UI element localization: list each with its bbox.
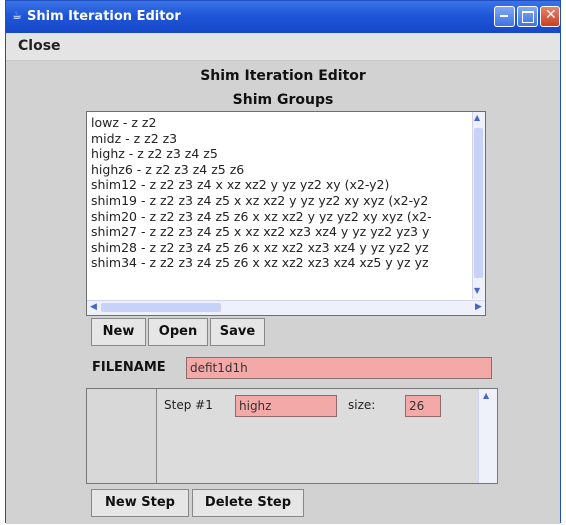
close-icon: ✕	[545, 7, 557, 23]
new-button[interactable]: New	[91, 318, 146, 346]
maximize-button[interactable]	[517, 6, 538, 27]
list-item[interactable]: shim34 - z z2 z3 z4 z5 z6 x xz xz2 xz3 x…	[91, 255, 476, 271]
list-horizontal-scrollbar[interactable]: ◀ ▶	[87, 300, 485, 315]
shim-groups-list[interactable]: lowz - z z2 midz - z z2 z3 highz - z z2 …	[86, 111, 486, 316]
editor-panel: Shim Iteration Editor Shim Groups lowz -…	[6, 61, 560, 524]
scroll-right-arrow-icon[interactable]: ▶	[475, 302, 482, 312]
menu-close[interactable]: Close	[18, 38, 61, 54]
scroll-left-arrow-icon[interactable]: ◀	[90, 302, 97, 312]
list-item[interactable]: shim19 - z z2 z3 z4 z5 x xz xz2 y yz yz2…	[91, 193, 476, 209]
java-cup-icon: ☕	[12, 9, 22, 22]
new-step-button[interactable]: New Step	[91, 489, 189, 517]
list-horizontal-scroll-thumb[interactable]	[101, 303, 221, 312]
steps-vertical-scrollbar[interactable]: ▲	[478, 389, 497, 483]
steps-panel: Step #1 highz size: 26 ▲	[86, 388, 498, 484]
list-item[interactable]: shim27 - z z2 z3 z4 z5 x xz xz2 xz3 xz4 …	[91, 224, 476, 240]
shim-iteration-editor-window: ☕ Shim Iteration Editor ✕ Close Shim Ite…	[5, 0, 561, 524]
size-field[interactable]: 26	[405, 395, 441, 417]
section-title-shim-groups: Shim Groups	[232, 92, 334, 108]
scroll-up-arrow-icon[interactable]: ▲	[474, 113, 480, 122]
step-group-field[interactable]: highz	[235, 395, 337, 417]
title-bar[interactable]: ☕ Shim Iteration Editor ✕	[6, 1, 560, 33]
window-title: Shim Iteration Editor	[27, 9, 181, 24]
step-row: Step #1 highz size: 26	[157, 389, 479, 483]
list-vertical-scrollbar[interactable]: ▲ ▼	[472, 112, 485, 299]
list-item[interactable]: shim28 - z z2 z3 z4 z5 z6 x xz xz2 xz3 x…	[91, 240, 476, 256]
shim-groups-items: lowz - z z2 midz - z z2 z3 highz - z z2 …	[91, 115, 476, 271]
maximize-icon	[522, 11, 534, 23]
scroll-down-arrow-icon[interactable]: ▼	[474, 286, 480, 295]
list-item[interactable]: shim20 - z z2 z3 z4 z5 z6 x xz xz2 y yz …	[91, 209, 476, 225]
open-button[interactable]: Open	[148, 318, 208, 346]
menu-bar: Close	[6, 33, 560, 61]
size-label: size:	[348, 398, 376, 412]
filename-field[interactable]: defit1d1h	[186, 357, 492, 379]
steps-index-column	[87, 389, 157, 483]
list-vertical-scroll-thumb[interactable]	[474, 128, 483, 278]
list-item[interactable]: shim12 - z z2 z3 z4 x xz xz2 y yz yz2 xy…	[91, 177, 476, 193]
list-item[interactable]: lowz - z z2	[91, 115, 476, 131]
list-item[interactable]: highz6 - z z2 z3 z4 z5 z6	[91, 162, 476, 178]
minimize-button[interactable]	[494, 6, 515, 27]
close-window-button[interactable]: ✕	[540, 6, 560, 27]
filename-label: FILENAME	[92, 360, 166, 375]
delete-step-button[interactable]: Delete Step	[192, 489, 304, 517]
list-item[interactable]: highz - z z2 z3 z4 z5	[91, 146, 476, 162]
list-item[interactable]: midz - z z2 z3	[91, 131, 476, 147]
step-number-label: Step #1	[164, 398, 213, 412]
page-title: Shim Iteration Editor	[200, 68, 366, 84]
save-button[interactable]: Save	[210, 318, 265, 346]
minimize-icon	[500, 15, 508, 17]
steps-scroll-up-arrow-icon[interactable]: ▲	[483, 391, 489, 400]
